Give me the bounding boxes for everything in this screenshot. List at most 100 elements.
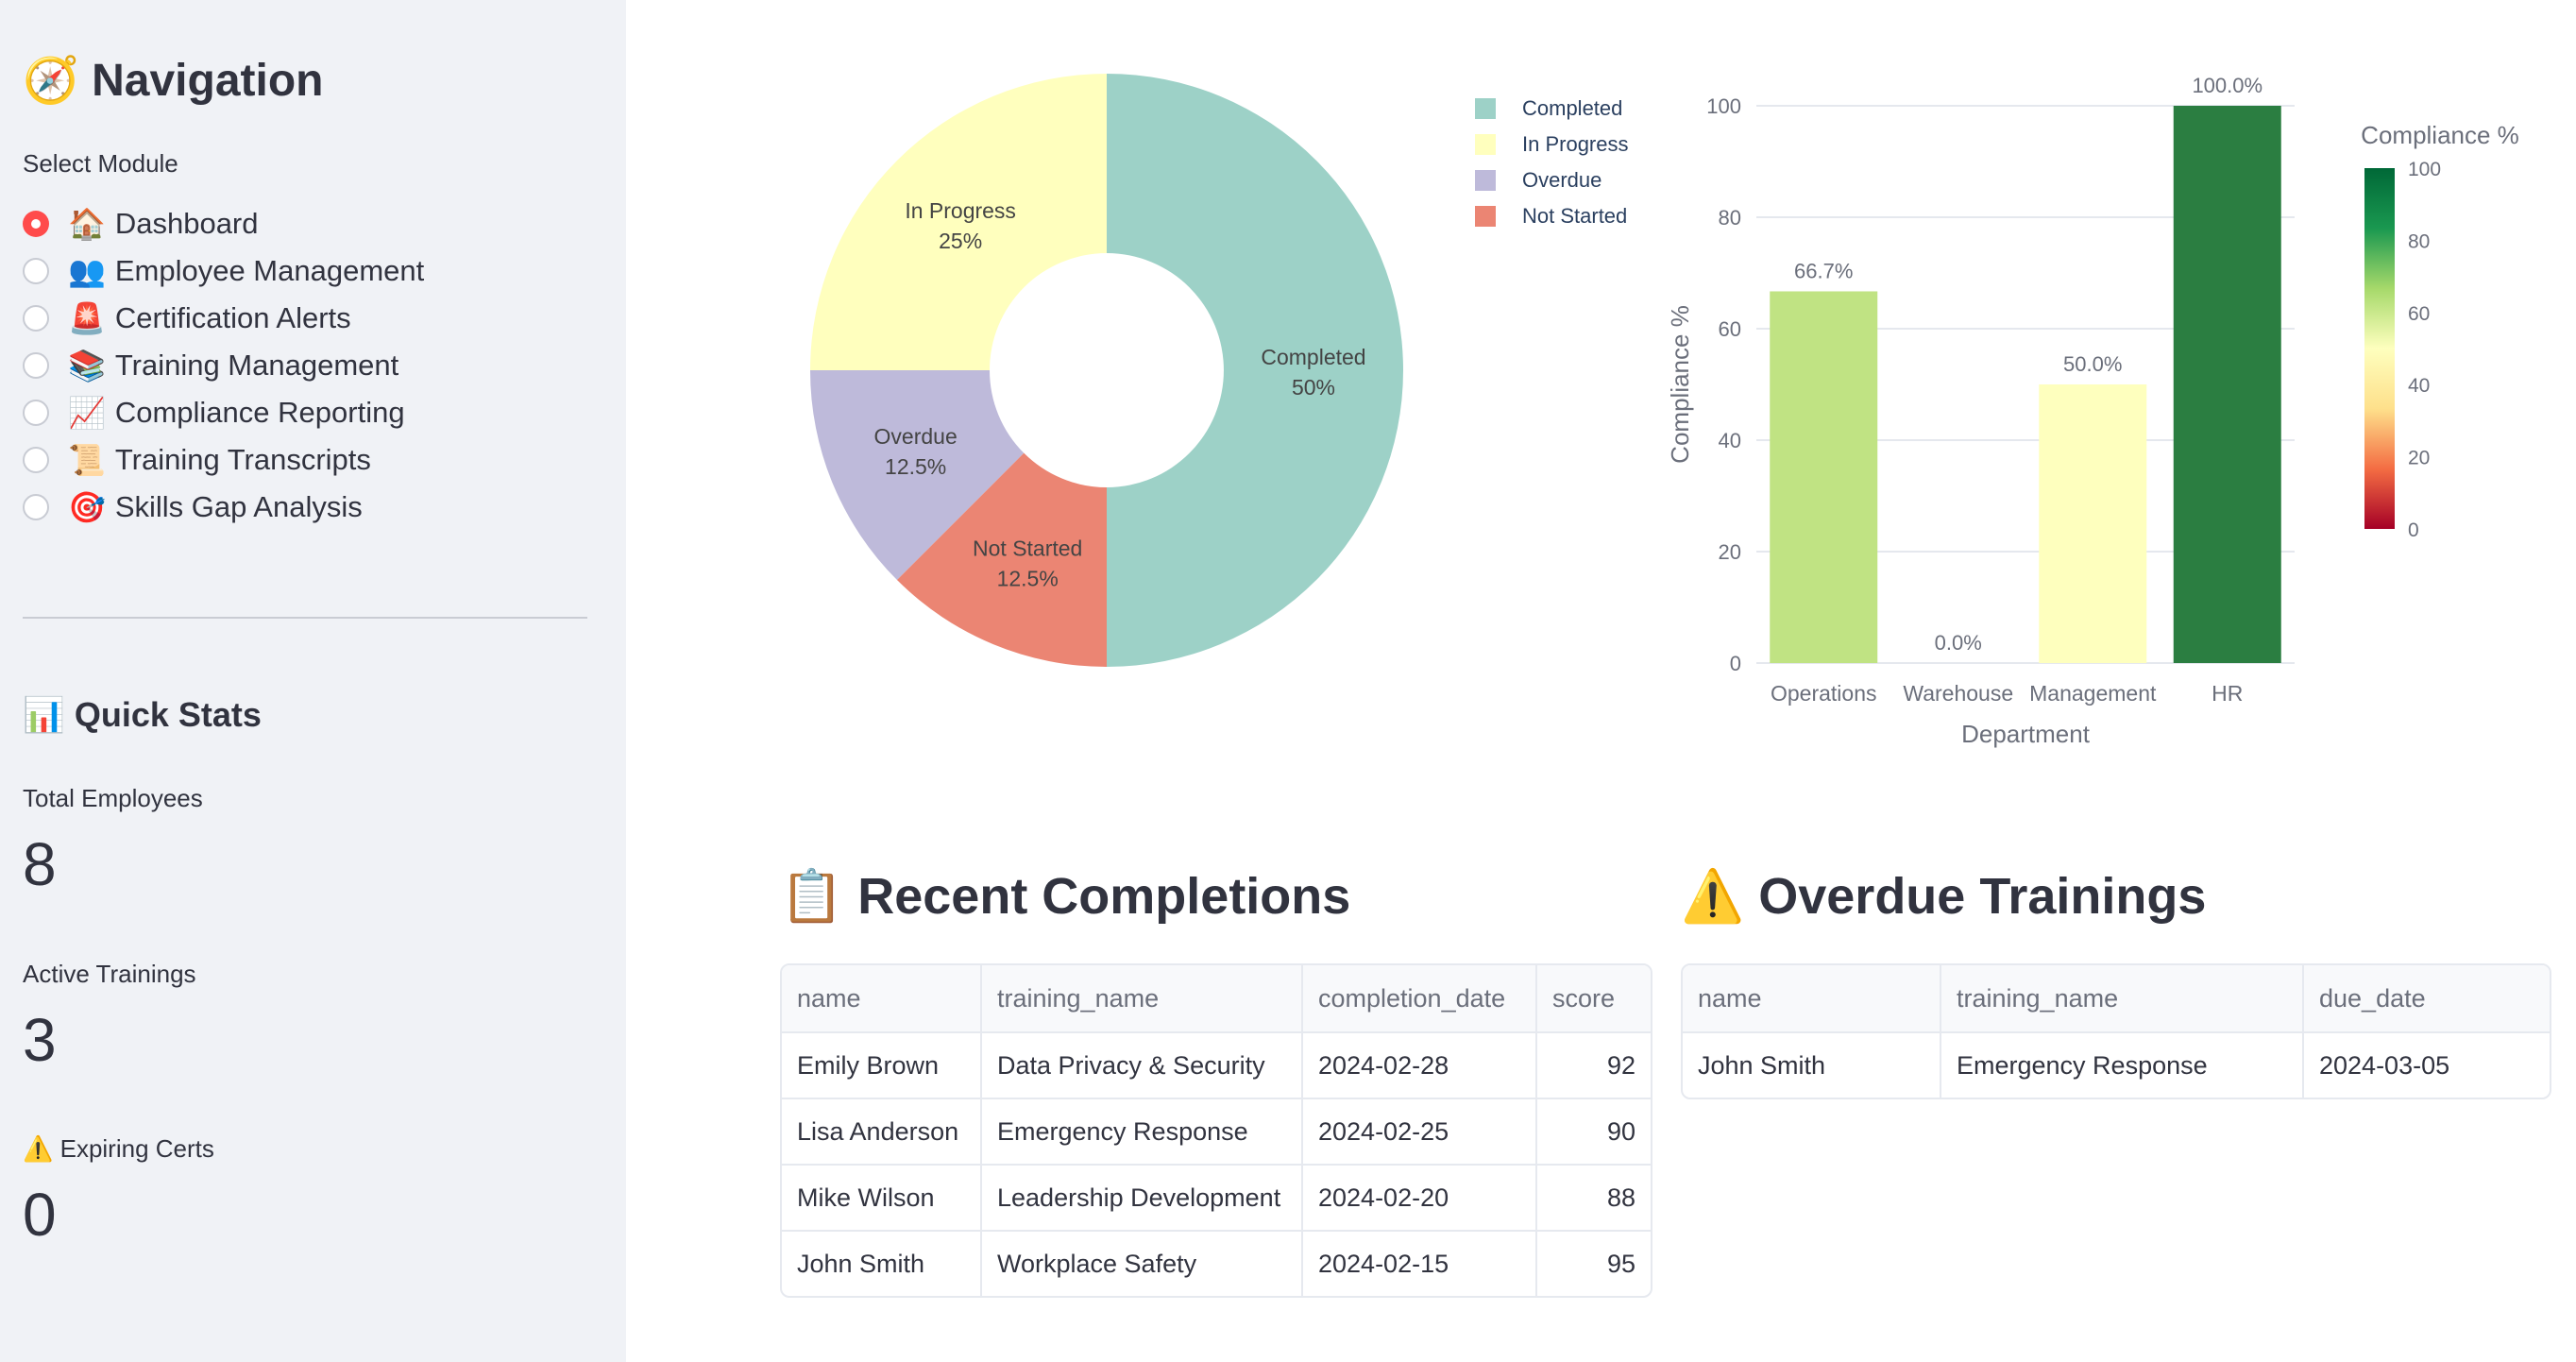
overdue-trainings-table[interactable]: name training_name due_date John Smith E… — [1681, 963, 2551, 1099]
module-option-skills-gap-analysis[interactable]: 🎯 Skills Gap Analysis — [23, 484, 424, 531]
table-cell[interactable]: Emily Brown — [782, 1033, 982, 1099]
recent-completions-table[interactable]: name training_name completion_date score… — [780, 963, 1652, 1298]
overdue-trainings-title: ⚠️ Overdue Trainings — [1681, 868, 2207, 925]
table-cell[interactable]: 2024-02-25 — [1303, 1099, 1537, 1166]
module-option-certification-alerts[interactable]: 🚨 Certification Alerts — [23, 295, 424, 342]
donut-slice-percent: 25% — [939, 229, 982, 253]
legend-swatch — [1475, 206, 1496, 227]
column-header[interactable]: name — [1683, 965, 1941, 1033]
module-option-employee-management[interactable]: 👥 Employee Management — [23, 247, 424, 295]
column-header[interactable]: training_name — [1941, 965, 2304, 1033]
bar-data-label: 50.0% — [2063, 352, 2122, 376]
scroll-icon: 📜 — [68, 443, 106, 477]
table-cell[interactable]: John Smith — [1683, 1033, 1941, 1098]
bar-management[interactable] — [2039, 384, 2147, 663]
metric-label-active-trainings: Active Trainings — [23, 960, 196, 988]
table-row: John Smith Emergency Response 2024-03-05 — [1683, 1033, 2550, 1098]
table-cell[interactable]: 2024-03-05 — [2304, 1033, 2550, 1098]
donut-slice-label: In Progress — [905, 198, 1016, 223]
table-cell[interactable]: Leadership Development — [982, 1166, 1303, 1232]
colorbar-tick-label: 0 — [2408, 519, 2419, 541]
radio-icon[interactable] — [23, 258, 49, 284]
module-label: Dashboard — [114, 207, 259, 240]
legend-item-overdue[interactable]: Overdue — [1475, 162, 1629, 198]
radio-selected-icon[interactable] — [23, 211, 49, 237]
table-cell[interactable]: 95 — [1537, 1232, 1651, 1296]
colorbar-title: Compliance % — [2361, 121, 2519, 149]
table-cell[interactable]: Lisa Anderson — [782, 1099, 982, 1166]
house-icon: 🏠 — [68, 207, 106, 241]
legend-item-completed[interactable]: Completed — [1475, 91, 1629, 127]
x-tick-label: Management — [2029, 681, 2157, 706]
table-cell[interactable]: Emergency Response — [1941, 1033, 2304, 1098]
column-header[interactable]: name — [782, 965, 982, 1033]
bar-data-label: 100.0% — [2192, 74, 2262, 97]
table-cell[interactable]: 90 — [1537, 1099, 1651, 1166]
module-option-training-management[interactable]: 📚 Training Management — [23, 342, 424, 389]
table-cell[interactable]: John Smith — [782, 1232, 982, 1296]
table-cell[interactable]: 92 — [1537, 1033, 1651, 1099]
module-label: Certification Alerts — [114, 301, 351, 334]
navigation-title: 🧭 Navigation — [23, 56, 324, 106]
legend-label: In Progress — [1522, 132, 1629, 156]
metric-value-active-trainings: 3 — [23, 1006, 57, 1074]
x-tick-label: Operations — [1771, 681, 1877, 706]
radio-icon[interactable] — [23, 352, 49, 379]
y-tick-label: 100 — [1706, 94, 1741, 118]
legend-item-in-progress[interactable]: In Progress — [1475, 127, 1629, 162]
legend-swatch — [1475, 134, 1496, 155]
column-header[interactable]: due_date — [2304, 965, 2550, 1033]
column-header[interactable]: score — [1537, 965, 1651, 1033]
table-cell[interactable]: Workplace Safety — [982, 1232, 1303, 1296]
training-status-donut-chart: Completed 50% In Progress 25% Overdue 12.5% No… — [810, 74, 1403, 667]
legend-item-not-started[interactable]: Not Started — [1475, 198, 1629, 234]
radio-icon[interactable] — [23, 400, 49, 426]
bar-operations[interactable] — [1770, 291, 1878, 663]
table-cell[interactable]: Data Privacy & Security — [982, 1033, 1303, 1099]
x-tick-label: Warehouse — [1903, 681, 2013, 706]
table-cell[interactable]: 2024-02-28 — [1303, 1033, 1537, 1099]
legend-swatch — [1475, 170, 1496, 191]
donut-slice-label: Not Started — [973, 536, 1082, 560]
module-label: Training Management — [114, 349, 399, 382]
y-tick-label: 0 — [1730, 652, 1741, 675]
legend-label: Overdue — [1522, 168, 1602, 192]
table-cell[interactable]: 88 — [1537, 1166, 1651, 1232]
module-option-compliance-reporting[interactable]: 📈 Compliance Reporting — [23, 389, 424, 436]
metric-value-expiring-certs: 0 — [23, 1181, 57, 1249]
sidebar-divider — [23, 617, 587, 619]
module-option-training-transcripts[interactable]: 📜 Training Transcripts — [23, 436, 424, 484]
module-label: Skills Gap Analysis — [114, 490, 363, 523]
radio-icon[interactable] — [23, 447, 49, 473]
radio-icon[interactable] — [23, 305, 49, 332]
donut-slice-completed[interactable] — [1107, 74, 1403, 667]
legend-label: Completed — [1522, 96, 1623, 120]
module-option-dashboard[interactable]: 🏠 Dashboard — [23, 200, 424, 247]
legend-label: Not Started — [1522, 204, 1628, 228]
donut-slice-percent: 50% — [1292, 375, 1335, 400]
y-tick-label: 60 — [1719, 317, 1741, 341]
donut-slice-percent: 12.5% — [997, 566, 1059, 590]
table-row: Lisa Anderson Emergency Response 2024-02… — [782, 1099, 1651, 1166]
colorbar-tick-label: 100 — [2408, 159, 2441, 180]
column-header[interactable]: training_name — [982, 965, 1303, 1033]
x-tick-label: HR — [2212, 681, 2243, 706]
bar-hr[interactable] — [2173, 106, 2281, 663]
table-cell[interactable]: 2024-02-20 — [1303, 1166, 1537, 1232]
module-label: Training Transcripts — [114, 443, 371, 476]
column-header[interactable]: completion_date — [1303, 965, 1537, 1033]
recent-completions-title: 📋 Recent Completions — [780, 868, 1351, 925]
donut-slice-label: Overdue — [874, 424, 958, 449]
target-icon: 🎯 — [68, 490, 106, 524]
books-icon: 📚 — [68, 349, 106, 383]
table-cell[interactable]: Emergency Response — [982, 1099, 1303, 1166]
y-tick-label: 20 — [1719, 540, 1741, 564]
department-compliance-bar-chart: 0 20 40 60 80 100 66.7% Operations 0.0% Warehouse… — [1666, 74, 2519, 748]
colorbar-tick-label: 80 — [2408, 230, 2430, 252]
metric-label-total-employees: Total Employees — [23, 784, 203, 812]
module-radio-group: 🏠 Dashboard 👥 Employee Management 🚨 Cert… — [23, 200, 424, 531]
table-header-row: name training_name due_date — [1683, 965, 2550, 1033]
table-cell[interactable]: 2024-02-15 — [1303, 1232, 1537, 1296]
table-cell[interactable]: Mike Wilson — [782, 1166, 982, 1232]
radio-icon[interactable] — [23, 494, 49, 520]
